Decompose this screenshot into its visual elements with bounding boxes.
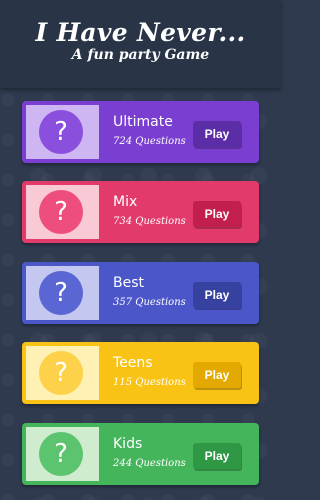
category-name: Teens [113, 355, 153, 371]
question-count: 724 Questions [113, 136, 186, 147]
play-button[interactable]: Play [193, 443, 241, 469]
question-mark-icon: ? [39, 351, 83, 395]
card-icon-panel: ? [26, 105, 99, 159]
category-card-kids[interactable]: ? Kids 244 Questions Play [22, 423, 259, 485]
play-button[interactable]: Play [193, 121, 241, 147]
app-title: I Have Never... [35, 18, 246, 47]
question-count: 115 Questions [113, 377, 186, 388]
app-header: I Have Never... A fun party Game [0, 0, 281, 88]
card-icon-panel: ? [26, 346, 99, 400]
card-info-panel: Mix 734 Questions Play [99, 185, 255, 239]
question-mark-icon: ? [39, 190, 83, 234]
question-mark-icon: ? [39, 432, 83, 476]
category-name: Ultimate [113, 114, 173, 130]
category-card-best[interactable]: ? Best 357 Questions Play [22, 262, 259, 324]
play-button[interactable]: Play [193, 201, 241, 227]
play-button[interactable]: Play [193, 362, 241, 388]
card-info-panel: Best 357 Questions Play [99, 266, 255, 320]
app-subtitle: A fun party Game [71, 47, 210, 63]
card-icon-panel: ? [26, 427, 99, 481]
category-card-mix[interactable]: ? Mix 734 Questions Play [22, 181, 259, 243]
category-name: Best [113, 275, 145, 291]
card-info-panel: Ultimate 724 Questions Play [99, 105, 255, 159]
category-name: Mix [113, 194, 138, 210]
question-count: 734 Questions [113, 216, 186, 227]
question-mark-icon: ? [39, 110, 83, 154]
question-count: 357 Questions [113, 297, 186, 308]
play-button[interactable]: Play [193, 282, 241, 308]
category-card-ultimate[interactable]: ? Ultimate 724 Questions Play [22, 101, 259, 163]
card-icon-panel: ? [26, 266, 99, 320]
card-info-panel: Teens 115 Questions Play [99, 346, 255, 400]
card-icon-panel: ? [26, 185, 99, 239]
question-mark-icon: ? [39, 271, 83, 315]
question-count: 244 Questions [113, 458, 186, 469]
card-info-panel: Kids 244 Questions Play [99, 427, 255, 481]
category-name: Kids [113, 436, 143, 452]
category-card-teens[interactable]: ? Teens 115 Questions Play [22, 342, 259, 404]
